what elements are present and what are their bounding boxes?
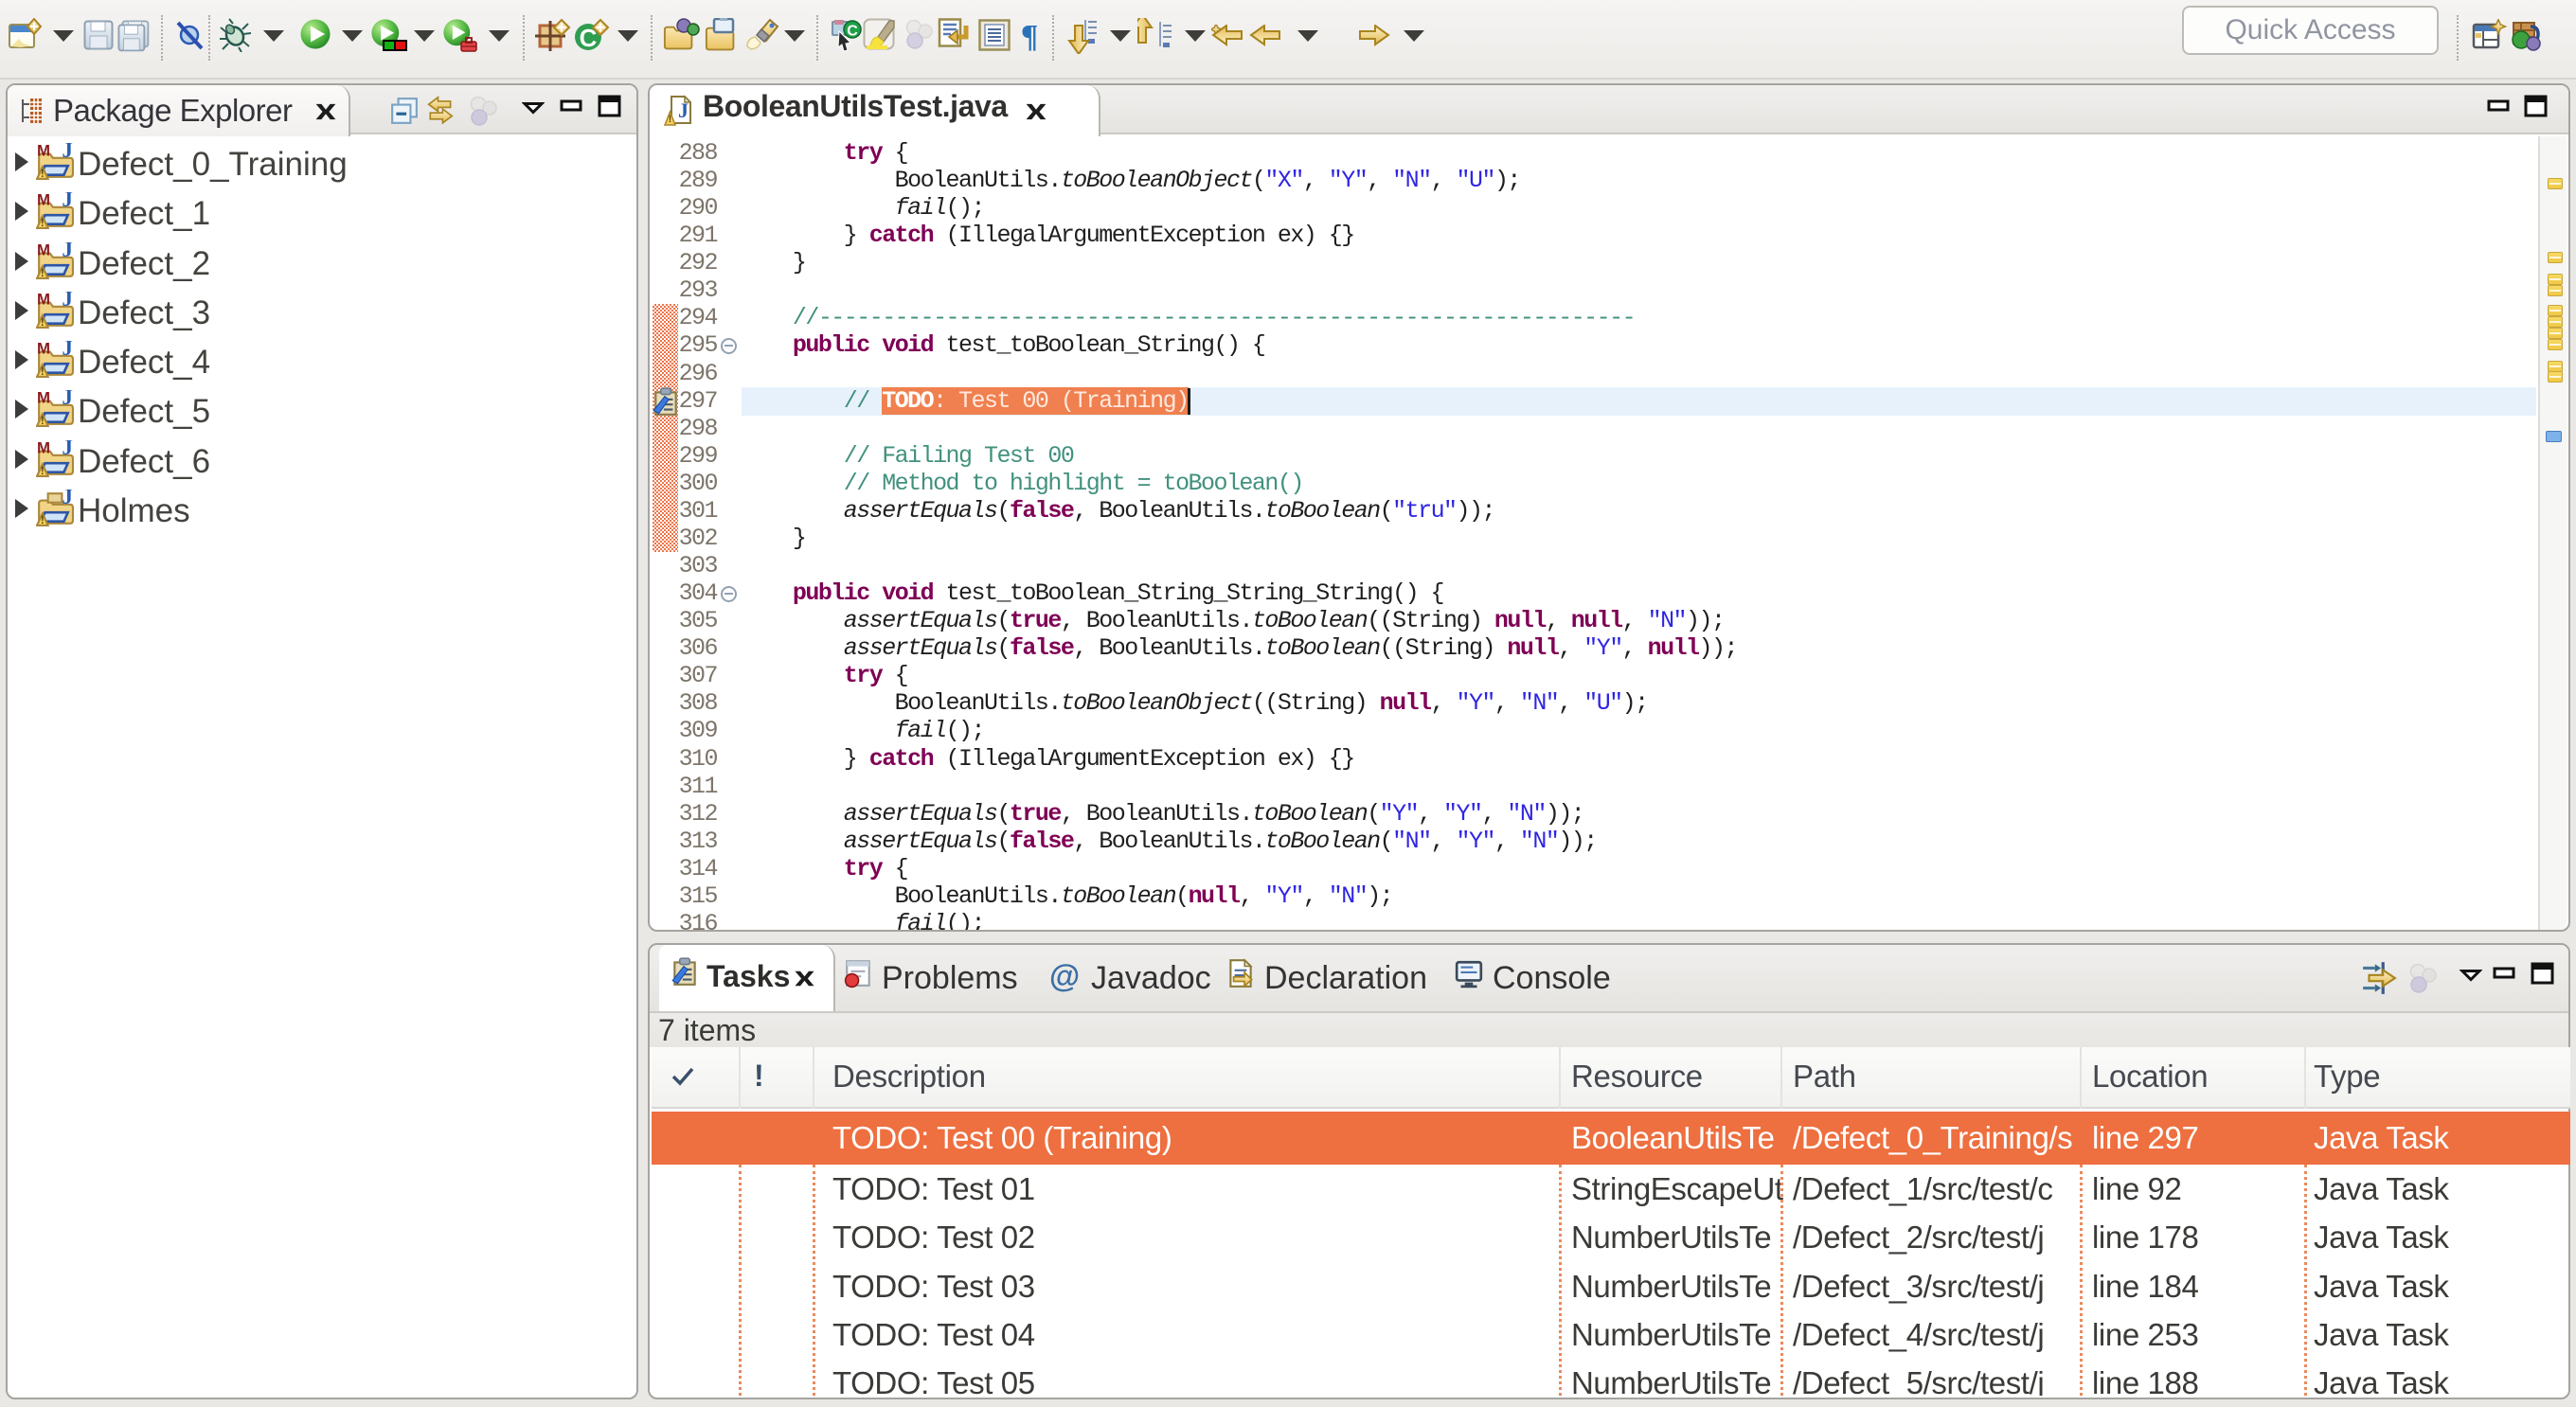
svg-text:!: ! <box>41 366 45 378</box>
svg-text:¶: ¶ <box>1021 19 1038 53</box>
svg-text:!: ! <box>41 169 45 180</box>
svg-text:M: M <box>37 192 50 209</box>
svg-text:!: ! <box>41 317 45 329</box>
svg-text:J: J <box>62 143 73 163</box>
svg-text:M: M <box>37 440 50 457</box>
svg-text:M: M <box>37 143 50 160</box>
svg-text:J: J <box>62 390 73 410</box>
svg-text:M: M <box>37 292 50 309</box>
svg-text:!: ! <box>669 114 672 125</box>
svg-text:!: ! <box>41 416 45 427</box>
svg-text:J: J <box>62 292 73 312</box>
svg-text:J: J <box>62 242 73 262</box>
svg-text:J: J <box>62 490 73 509</box>
svg-text:J: J <box>62 341 73 361</box>
svg-text:M: M <box>37 341 50 358</box>
svg-text:J: J <box>62 192 73 212</box>
svg-text:!: ! <box>41 515 45 526</box>
svg-text:!: ! <box>41 268 45 279</box>
svg-text:J: J <box>678 98 689 122</box>
svg-text:M: M <box>37 242 50 259</box>
svg-text:M: M <box>37 390 50 407</box>
svg-text:!: ! <box>41 466 45 477</box>
svg-text:J: J <box>62 440 73 460</box>
svg-text:!: ! <box>41 218 45 229</box>
svg-text:C: C <box>847 24 858 40</box>
